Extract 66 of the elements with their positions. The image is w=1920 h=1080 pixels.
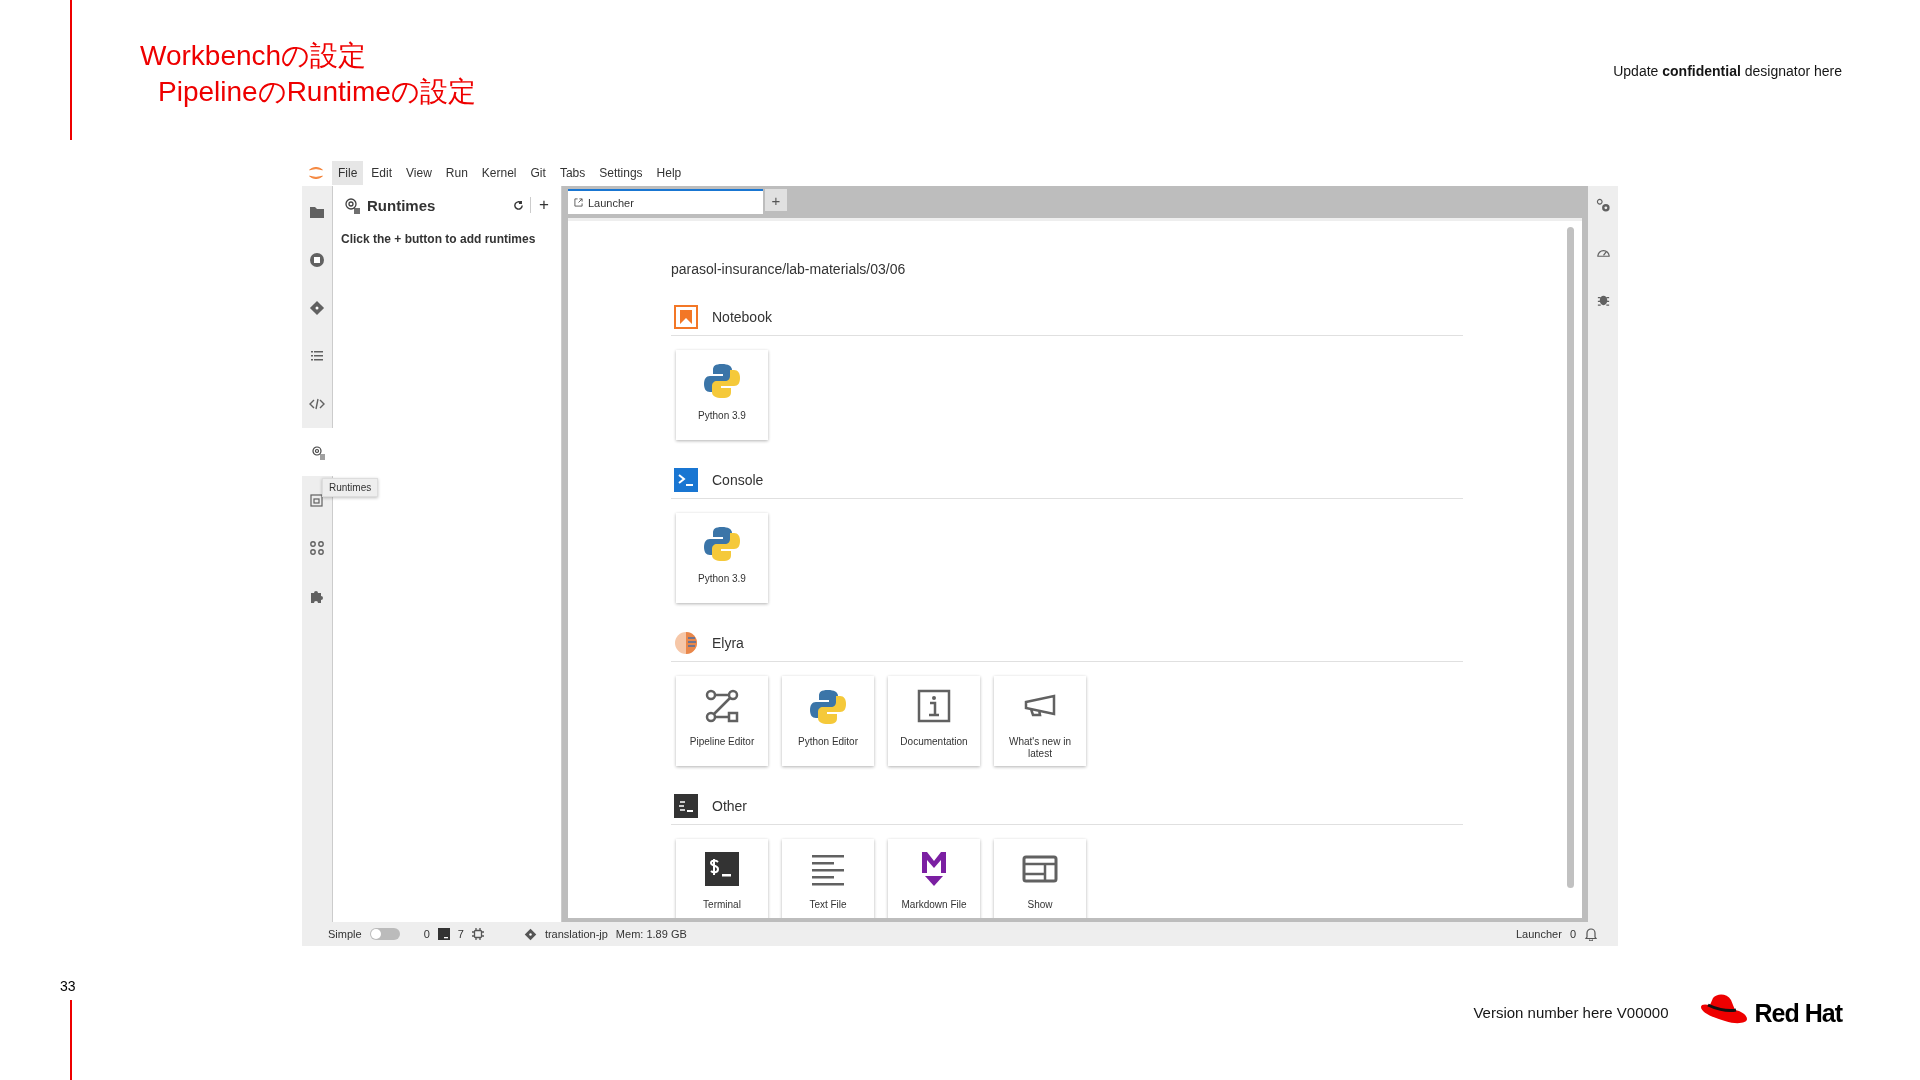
add-button[interactable]: + [537,195,551,215]
external-link-icon [574,198,583,207]
puzzle-icon [309,588,325,604]
launcher-card[interactable]: Show [994,839,1086,918]
circles-icon [309,540,325,556]
sidebar-tab[interactable] [1595,198,1611,213]
menu-item[interactable]: Kernel [475,161,523,185]
code-icon [309,396,325,412]
menu-item[interactable]: Edit [365,161,399,185]
launcher-card[interactable]: Python Editor [782,676,874,766]
bell-icon[interactable] [1584,927,1598,941]
section-icon [674,631,698,655]
simple-mode-toggle[interactable] [369,928,400,940]
folder-icon [309,204,325,220]
notification-count: 0 [1569,928,1576,940]
brand-name: Red Hat [1753,998,1844,1028]
panel-title: Runtimes [367,196,437,214]
slide-title: PipelineのRuntimeの設定 [157,75,476,109]
launcher-card[interactable]: Markdown File [888,839,980,918]
refresh-icon[interactable] [513,199,525,211]
launcher-card[interactable]: Python 3.9 [676,513,768,603]
gear-list-icon [309,444,326,460]
section-title: Notebook [712,309,772,325]
section-title: Elyra [712,635,744,651]
slide-title: Workbenchの設定 [140,39,368,73]
empty-message: Click the + button to add runtimes [340,231,537,248]
section-icon [674,794,698,818]
jupyter-logo-icon [308,164,324,182]
launcher-tab[interactable]: Launcher [568,189,763,214]
launcher-card[interactable]: Terminal [676,839,768,918]
launcher-card[interactable]: Pipeline Editor [676,676,768,766]
memory-usage: Mem: 1.89 GB [615,928,687,940]
card-icon [702,849,742,889]
stop-circle-icon [309,252,325,268]
gear-list-icon [343,196,361,214]
list-icon [309,348,325,364]
new-tab-button[interactable]: + [765,189,787,211]
scrollbar[interactable] [1567,227,1574,888]
mode-label: Simple [328,928,362,940]
menu-item[interactable]: View [400,161,438,185]
launcher-card[interactable]: Text File [782,839,874,918]
menu-item[interactable]: Tabs [553,161,592,185]
active-tab-label: Launcher [1516,928,1562,940]
chip-icon [471,928,484,940]
tooltip: Runtimes [322,478,379,497]
terminal-icon [437,928,450,940]
section-icon [674,468,698,492]
section-title: Other [712,798,747,814]
menu-item[interactable]: Run [439,161,474,185]
menu-item[interactable]: File [332,161,364,185]
catalog-icon [309,492,325,508]
menu-item[interactable]: Git [524,161,552,185]
folder-path: parasol-insurance/lab-materials/03/06 [671,261,907,277]
version-note: Version number here V00000 [1473,1003,1669,1021]
kernel-count: 0 [423,928,430,940]
terminal-count: 7 [457,928,464,940]
section-title: Console [712,472,764,488]
launcher-card[interactable]: What's new in latest [994,676,1086,766]
confidential-note: Update confidential designator here [1613,62,1843,81]
launcher-card[interactable]: Python 3.9 [676,350,768,440]
menu-item[interactable]: Settings [593,161,649,185]
menu-item[interactable]: Help [650,161,688,185]
page-number: 33 [60,978,76,994]
section-icon [674,305,698,329]
git-branch[interactable]: translation-jp [544,928,608,940]
launcher-card[interactable]: Documentation [888,676,980,766]
